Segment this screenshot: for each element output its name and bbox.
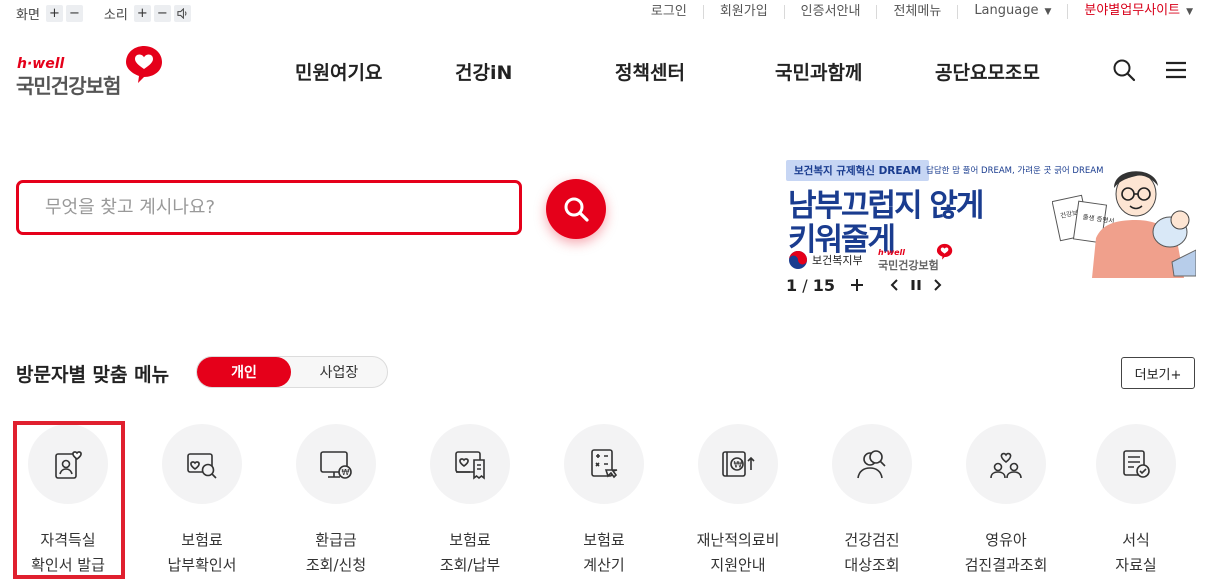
banner-counter-current: 1 [786, 275, 798, 295]
speaker-icon[interactable] [173, 5, 191, 22]
search-icon[interactable] [1112, 58, 1138, 84]
sound-label: 소리 [103, 8, 128, 23]
quick-menu-item[interactable]: 보험료납부확인서 [142, 424, 262, 574]
sound-up-button[interactable]: + [133, 5, 151, 22]
svg-text:₩: ₩ [342, 468, 350, 477]
quick-menu-label-line2: 대상조회 [844, 556, 900, 574]
banner-controls: 1 / 15 [786, 274, 945, 296]
promo-banner[interactable]: 보건복지 규제혁신 DREAM 답답한 맘 풀어 DREAM, 가려운 곳 긁어… [786, 158, 1196, 288]
quick-menu-label-line1: 건강검진 [844, 531, 900, 549]
person-search-icon [832, 424, 912, 504]
plus-icon[interactable] [849, 277, 865, 293]
main-search-field[interactable] [16, 180, 522, 235]
language-label: Language [974, 3, 1039, 18]
banner-counter-separator: / [797, 275, 813, 295]
quick-menu-label-line2: 납부확인서 [167, 556, 237, 574]
search-input[interactable] [19, 183, 519, 232]
screen-zoom-in-button[interactable]: + [45, 5, 63, 22]
quick-menu-label-line2: 지원안내 [710, 556, 766, 574]
monitor-won-icon: ₩ [296, 424, 376, 504]
quick-menu-label-line1: 보험료 [583, 531, 625, 549]
banner-counter-total: 15 [812, 275, 835, 295]
quick-menu-item[interactable]: 건강검진대상조회 [812, 424, 932, 574]
quick-menu-label-line1: 영유아 [985, 531, 1027, 549]
hamburger-menu-icon[interactable] [1164, 58, 1190, 84]
tab-personal[interactable]: 개인 [197, 357, 291, 387]
pause-icon[interactable] [909, 277, 923, 293]
accessibility-controls: 화면 + − 소리 + − [16, 4, 194, 23]
banner-org-nhis: 국민건강보험 [878, 259, 939, 272]
selection-highlight [13, 421, 125, 579]
nav-policy-center[interactable]: 정책센터 [615, 58, 685, 85]
screen-size-label: 화면 [16, 8, 40, 23]
quick-menu-label-line2: 계산기 [583, 556, 625, 574]
login-link[interactable]: 로그인 [635, 4, 704, 19]
tab-business[interactable]: 사업장 [291, 357, 387, 387]
quick-menu-label-line1: 보험료 [449, 531, 491, 549]
caret-down-icon: ▼ [1186, 7, 1193, 17]
related-site-label: 분야별업무사이트 [1084, 3, 1181, 18]
quick-menu-label-line1: 재난적의료비 [696, 531, 780, 549]
family-heart-icon [966, 424, 1046, 504]
sound-down-button[interactable]: − [153, 5, 171, 22]
search-icon [564, 197, 589, 222]
quick-menu-label-line2: 조회/납부 [439, 556, 501, 574]
form-check-icon [1096, 424, 1176, 504]
chevron-right-icon[interactable] [931, 277, 945, 293]
quick-menu-item[interactable]: 영유아검진결과조회 [946, 424, 1066, 574]
quick-menu-label-line1: 환급금 [315, 531, 357, 549]
more-button[interactable]: 더보기+ [1121, 357, 1195, 389]
quick-menu-label-line2: 검진결과조회 [964, 556, 1048, 574]
wallet-won-icon: ₩ [698, 424, 778, 504]
nav-with-citizens[interactable]: 국민과함께 [775, 58, 862, 85]
banner-illustration: 건강보험 취득서 출생 증명서 [1052, 171, 1196, 278]
receipt-icon [430, 424, 510, 504]
utility-links: 로그인 회원가입 인증서안내 전체메뉴 Language ▼ 분야별업무사이트 ▼ [635, 4, 1193, 19]
nav-civil-service[interactable]: 민원여기요 [295, 58, 382, 85]
quick-menu-label-line1: 보험료 [181, 531, 223, 549]
main-navigation: 민원여기요 건강iN 정책센터 국민과함께 공단요모조모 [0, 58, 1205, 88]
quick-menu-item[interactable]: ₩ 환급금조회/신청 [276, 424, 396, 574]
taegeuk-logo-icon [789, 251, 807, 269]
svg-text:₩: ₩ [734, 461, 743, 471]
banner-tag: 보건복지 규제혁신 DREAM [786, 160, 930, 181]
section-title: 방문자별 맞춤 메뉴 [16, 364, 170, 386]
quick-menu-item[interactable]: 서식자료실 [1076, 424, 1196, 574]
quick-menu-label-line1: 서식 [1122, 531, 1150, 549]
all-menu-link[interactable]: 전체메뉴 [877, 4, 959, 19]
nav-health-in[interactable]: 건강iN [455, 58, 512, 85]
certificate-guide-link[interactable]: 인증서안내 [785, 4, 878, 19]
document-search-icon [162, 424, 242, 504]
search-submit-button[interactable] [546, 179, 606, 239]
quick-menu-item[interactable]: 보험료조회/납부 [410, 424, 530, 574]
quick-menu-label-line2: 조회/신청 [305, 556, 367, 574]
banner-org-mohw: 보건복지부 [812, 254, 863, 267]
related-site-select[interactable]: 분야별업무사이트 ▼ [1068, 4, 1193, 19]
signup-link[interactable]: 회원가입 [704, 4, 785, 19]
language-select[interactable]: Language ▼ [958, 3, 1069, 19]
visitor-type-toggle: 개인 사업장 [196, 356, 388, 388]
screen-zoom-out-button[interactable]: − [65, 5, 83, 22]
quick-menu-item[interactable]: ₩ 재난적의료비지원안내 [678, 424, 798, 574]
banner-heart-icon [936, 243, 953, 260]
caret-down-icon: ▼ [1044, 7, 1052, 17]
quick-menu-item[interactable]: 보험료계산기 [544, 424, 664, 574]
banner-hwell-text: h·well [878, 248, 906, 257]
calculator-icon [564, 424, 644, 504]
quick-menu-label-line2: 자료실 [1115, 556, 1157, 574]
nav-corporation-info[interactable]: 공단요모조모 [935, 58, 1040, 85]
chevron-left-icon[interactable] [887, 277, 901, 293]
